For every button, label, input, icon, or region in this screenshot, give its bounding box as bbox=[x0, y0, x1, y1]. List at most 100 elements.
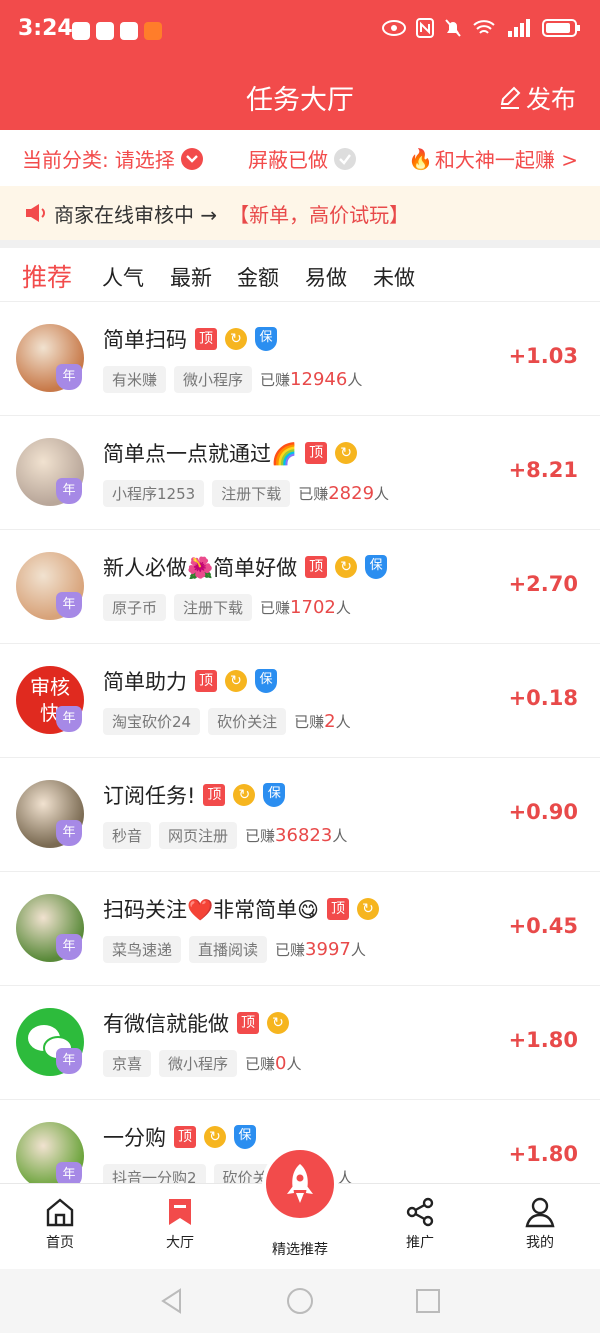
task-meta: 淘宝砍价24 砍价关注 已赚2人 bbox=[103, 708, 351, 735]
refresh-icon: ↻ bbox=[267, 1012, 289, 1034]
top-tag: 顶 bbox=[305, 442, 328, 464]
nfc-icon bbox=[416, 18, 434, 38]
task-reward: +1.80 bbox=[508, 1028, 578, 1052]
top-tag: 顶 bbox=[327, 898, 350, 920]
nav-promote[interactable]: 推广 bbox=[380, 1196, 460, 1252]
earned-count: 已赚0人 bbox=[245, 1053, 302, 1074]
task-title: 一分购 bbox=[103, 1126, 166, 1150]
refresh-icon: ↻ bbox=[335, 556, 358, 578]
task-reward: +8.21 bbox=[508, 458, 578, 482]
nav-featured-label: 精选推荐 bbox=[272, 1242, 328, 1258]
top-tag: 顶 bbox=[195, 328, 217, 350]
task-tag: 注册下载 bbox=[212, 480, 291, 507]
nav-promote-label: 推广 bbox=[406, 1235, 434, 1251]
refresh-icon: ↻ bbox=[204, 1126, 226, 1148]
user-icon bbox=[525, 1197, 555, 1228]
refresh-icon: ↻ bbox=[357, 898, 380, 920]
app-header: 任务大厅 发布 bbox=[0, 64, 600, 130]
notice-text: 商家在线审核中 → bbox=[54, 202, 218, 227]
chevron-down-icon bbox=[180, 147, 203, 170]
task-title-row: 有微信就能做 顶 ↻ bbox=[103, 1008, 289, 1038]
task-tag: 淘宝砍价24 bbox=[103, 708, 201, 735]
task-title-row: 一分购 顶 ↻ 保 bbox=[103, 1122, 256, 1152]
task-reward: +2.70 bbox=[508, 572, 578, 596]
tab-recommend[interactable]: 推荐 bbox=[22, 258, 73, 306]
task-meta: 原子币 注册下载 已赚1702人 bbox=[103, 594, 351, 621]
fire-icon: 🔥 bbox=[407, 146, 433, 171]
earned-count: 已赚1702人 bbox=[260, 597, 351, 618]
task-item[interactable]: 年 简单扫码 顶 ↻ 保 有米赚 微小程序 已赚12946人 +1.03 bbox=[0, 302, 600, 416]
tab-undone[interactable]: 未做 bbox=[373, 262, 415, 292]
home-icon bbox=[46, 1198, 74, 1227]
guarantee-shield-icon: 保 bbox=[255, 669, 277, 693]
notice-bar[interactable]: 商家在线审核中 → 【新单，高价试玩】 bbox=[0, 186, 600, 240]
edit-icon bbox=[500, 86, 521, 109]
featured-fab-button[interactable] bbox=[262, 1146, 338, 1222]
earned-count: 已赚2人 bbox=[294, 711, 351, 732]
task-title: 扫码关注❤️非常简单😋 bbox=[103, 898, 320, 922]
tab-popular[interactable]: 人气 bbox=[102, 262, 144, 292]
task-tag: 秒音 bbox=[103, 822, 152, 849]
task-title: 简单扫码 bbox=[103, 328, 187, 352]
top-tag: 顶 bbox=[174, 1126, 196, 1148]
nav-home[interactable]: 首页 bbox=[20, 1196, 100, 1252]
back-icon[interactable] bbox=[158, 1287, 186, 1315]
task-item[interactable]: 年 订阅任务! 顶 ↻ 保 秒音 网页注册 已赚36823人 +0.90 bbox=[0, 758, 600, 872]
category-value: 请选择 bbox=[114, 148, 175, 172]
task-title-row: 简单扫码 顶 ↻ 保 bbox=[103, 324, 277, 354]
task-tag: 京喜 bbox=[103, 1050, 152, 1077]
bookmark-icon bbox=[169, 1199, 191, 1225]
app-root: 3:24 任务大厅 发布 当前分类: 请选择 屏蔽已做 🔥 和大神一起赚 > 商… bbox=[0, 0, 600, 1333]
status-time: 3:24 bbox=[18, 16, 73, 41]
task-reward: +0.45 bbox=[508, 914, 578, 938]
year-badge: 年 bbox=[56, 1048, 82, 1074]
nav-hall[interactable]: 大厅 bbox=[140, 1196, 220, 1252]
task-title: 简单点一点就通过🌈 bbox=[103, 442, 298, 466]
home-circle-icon[interactable] bbox=[286, 1287, 314, 1315]
task-meta: 京喜 微小程序 已赚0人 bbox=[103, 1050, 302, 1077]
task-item[interactable]: 年 简单点一点就通过🌈 顶 ↻ 小程序1253 注册下载 已赚2829人 +8.… bbox=[0, 416, 600, 530]
hide-done-toggle[interactable]: 屏蔽已做 bbox=[248, 144, 356, 173]
guarantee-shield-icon: 保 bbox=[234, 1125, 256, 1149]
task-item[interactable]: 审核快 年 简单助力 顶 ↻ 保 淘宝砍价24 砍价关注 已赚2人 +0.18 bbox=[0, 644, 600, 758]
task-reward: +1.80 bbox=[508, 1142, 578, 1166]
task-title: 新人必做🌺简单好做 bbox=[103, 556, 298, 580]
category-selector[interactable]: 当前分类: 请选择 bbox=[22, 144, 203, 173]
task-item[interactable]: 年 扫码关注❤️非常简单😋 顶 ↻ 菜鸟速递 直播阅读 已赚3997人 +0.4… bbox=[0, 872, 600, 986]
app-notification-icon bbox=[72, 22, 90, 40]
task-item[interactable]: 年 新人必做🌺简单好做 顶 ↻ 保 原子币 注册下载 已赚1702人 +2.70 bbox=[0, 530, 600, 644]
nav-hall-label: 大厅 bbox=[166, 1235, 194, 1251]
hide-done-label: 屏蔽已做 bbox=[248, 148, 328, 172]
task-title: 有微信就能做 bbox=[103, 1012, 229, 1036]
year-badge: 年 bbox=[56, 934, 82, 960]
tab-easy[interactable]: 易做 bbox=[305, 262, 347, 292]
task-title-row: 新人必做🌺简单好做 顶 ↻ 保 bbox=[103, 552, 388, 582]
notice-highlight: 【新单，高价试玩】 bbox=[229, 202, 410, 227]
year-badge: 年 bbox=[56, 478, 82, 504]
tab-newest[interactable]: 最新 bbox=[170, 262, 212, 292]
system-nav-bar bbox=[0, 1269, 600, 1333]
publish-button[interactable]: 发布 bbox=[498, 80, 576, 116]
check-icon bbox=[334, 147, 356, 170]
top-tag: 顶 bbox=[237, 1012, 259, 1034]
top-tag: 顶 bbox=[195, 670, 217, 692]
tab-amount[interactable]: 金额 bbox=[237, 262, 279, 292]
speaker-icon bbox=[26, 204, 45, 222]
recents-icon[interactable] bbox=[414, 1287, 442, 1315]
task-list: 年 简单扫码 顶 ↻ 保 有米赚 微小程序 已赚12946人 +1.03 年 简… bbox=[0, 302, 600, 1214]
refresh-icon: ↻ bbox=[233, 784, 256, 806]
earn-with-link[interactable]: 🔥 和大神一起赚 > bbox=[408, 144, 578, 173]
status-bar: 3:24 bbox=[0, 0, 600, 64]
task-title-row: 简单助力 顶 ↻ 保 bbox=[103, 666, 277, 696]
guarantee-shield-icon: 保 bbox=[263, 783, 286, 807]
signal-icon bbox=[508, 19, 530, 37]
battery-icon bbox=[542, 19, 580, 37]
nav-mine[interactable]: 我的 bbox=[500, 1196, 580, 1252]
top-tag: 顶 bbox=[305, 556, 328, 578]
task-item[interactable]: 年 有微信就能做 顶 ↻ 京喜 微小程序 已赚0人 +1.80 bbox=[0, 986, 600, 1100]
task-tag: 直播阅读 bbox=[189, 936, 268, 963]
earn-with-label: 和大神一起赚 > bbox=[434, 148, 578, 172]
section-divider bbox=[0, 240, 600, 248]
system-icons bbox=[382, 18, 582, 38]
earned-count: 已赚36823人 bbox=[245, 825, 348, 846]
